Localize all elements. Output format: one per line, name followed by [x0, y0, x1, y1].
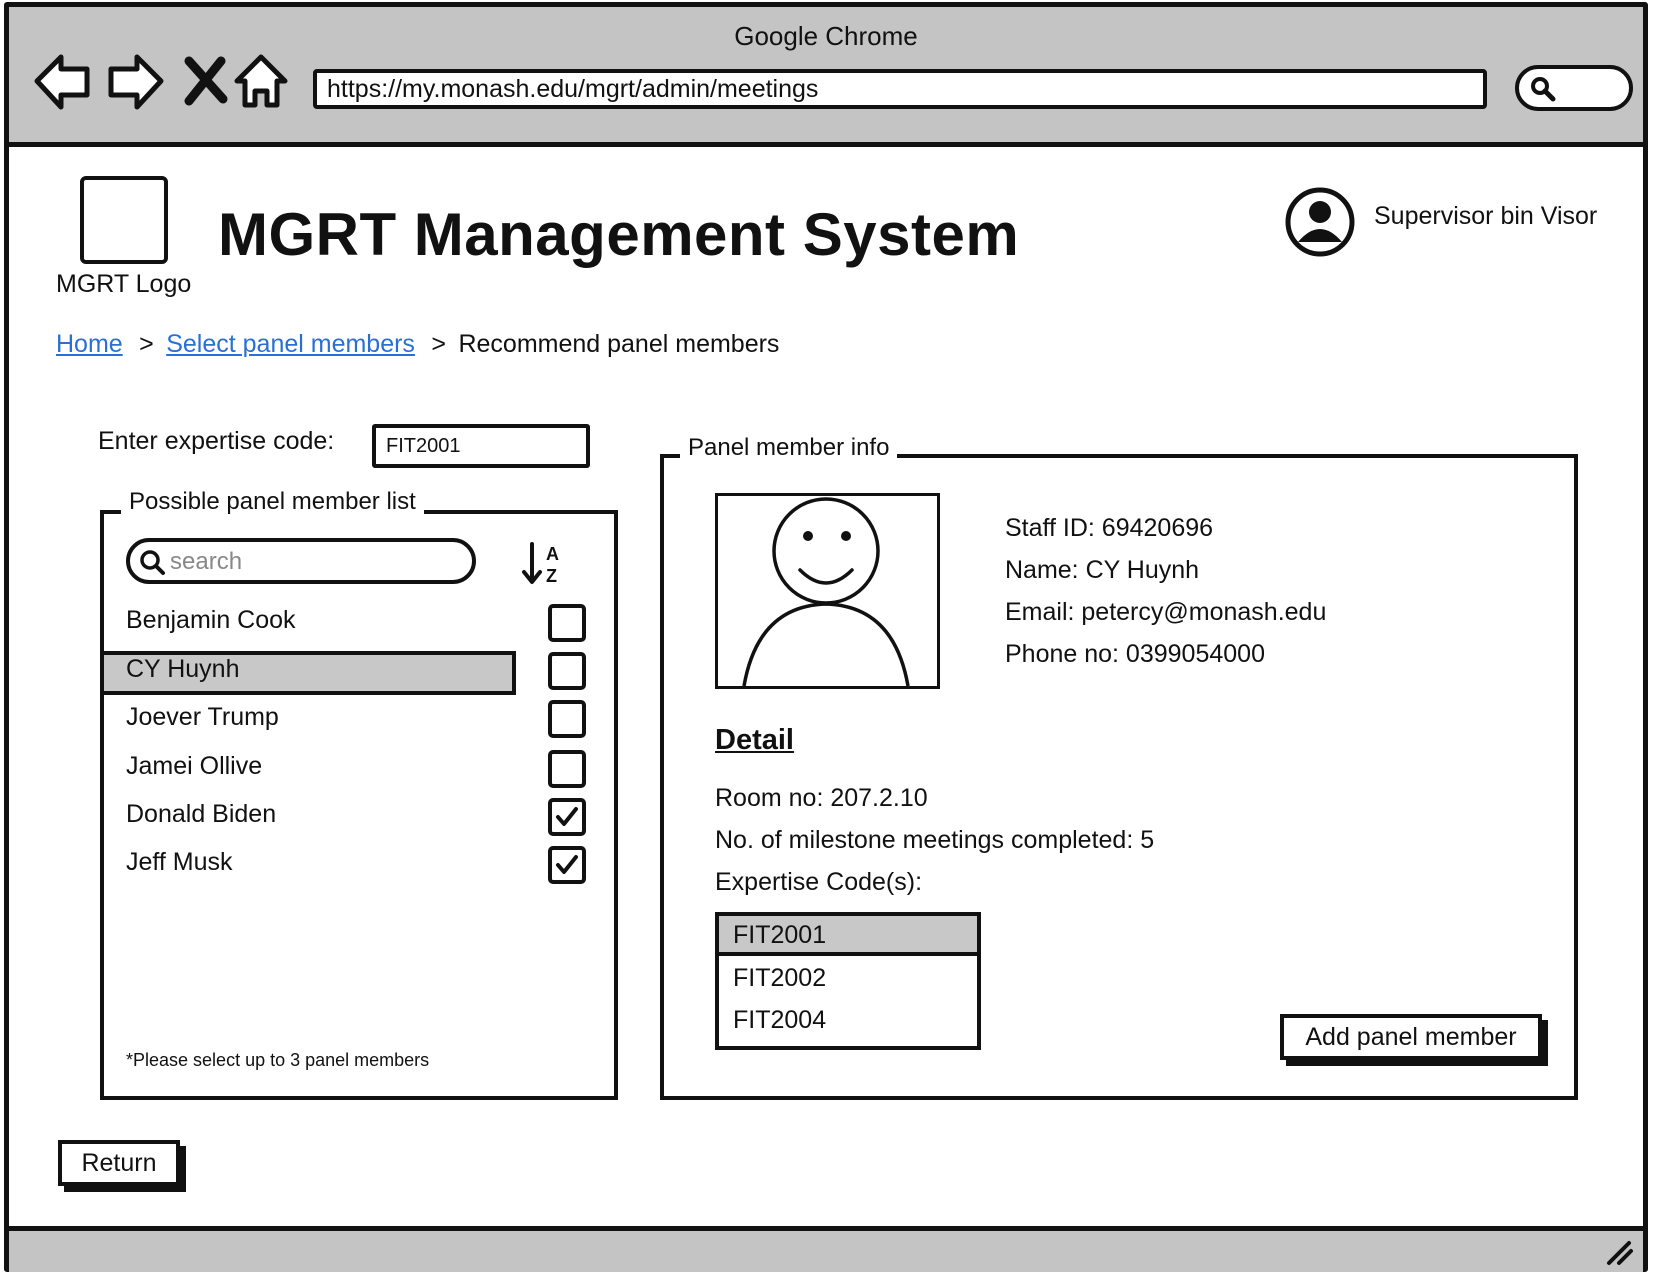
return-button[interactable]: Return: [58, 1140, 180, 1186]
check-icon: [556, 807, 578, 826]
expertise-code-input[interactable]: FIT2001: [372, 424, 590, 468]
forward-arrow-icon[interactable]: [103, 51, 165, 113]
member-row[interactable]: Jeff Musk: [126, 848, 233, 877]
smiley-person-icon: [742, 497, 910, 686]
breadcrumb-current: Recommend panel members: [458, 330, 780, 358]
logo-placeholder: [80, 176, 168, 264]
member-checkbox-checked[interactable]: [548, 798, 586, 836]
address-bar[interactable]: https://my.monash.edu/mgrt/admin/meeting…: [313, 69, 1487, 109]
expertise-code-item[interactable]: FIT2002: [719, 958, 977, 998]
meetings-completed: No. of milestone meetings completed: 5: [715, 826, 1155, 854]
member-checkbox[interactable]: [548, 604, 586, 642]
member-checkbox[interactable]: [548, 700, 586, 738]
member-phone: Phone no: 0399054000: [1005, 640, 1265, 668]
staff-id: Staff ID: 69420696: [1005, 514, 1214, 542]
expertise-code-label: Enter expertise code:: [98, 427, 335, 455]
back-arrow-icon[interactable]: [33, 51, 95, 113]
selection-note: *Please select up to 3 panel members: [126, 1050, 430, 1070]
member-checkbox[interactable]: [548, 750, 586, 788]
panel-member-list-legend: Possible panel member list: [121, 488, 424, 516]
browser-title: Google Chrome: [734, 21, 918, 51]
user-avatar-icon[interactable]: [1284, 186, 1356, 263]
room-number: Room no: 207.2.10: [715, 784, 928, 812]
member-email: Email: petercy@monash.edu: [1005, 598, 1327, 626]
breadcrumb-separator: >: [431, 330, 446, 358]
expertise-code-listbox[interactable]: FIT2001 FIT2002 FIT2004: [715, 912, 981, 1050]
logo-label: MGRT Logo: [56, 270, 192, 298]
member-photo-placeholder: [715, 493, 940, 689]
member-row[interactable]: CY Huynh: [126, 655, 240, 684]
browser-toolbar: Google Chrome https://my.monash.edu/mgrt…: [9, 7, 1643, 147]
member-name: Name: CY Huynh: [1005, 556, 1200, 584]
member-checkbox[interactable]: [548, 652, 586, 690]
browser-status-bar: [9, 1226, 1643, 1272]
breadcrumb-separator: >: [139, 330, 154, 358]
home-icon[interactable]: [231, 51, 293, 113]
breadcrumb: Home > Select panel members > Recommend …: [56, 330, 779, 364]
member-checkbox-checked[interactable]: [548, 846, 586, 884]
search-icon: [140, 550, 165, 575]
stop-icon[interactable]: [175, 51, 237, 113]
sort-az-icon[interactable]: AZ: [520, 540, 568, 593]
member-row[interactable]: Jamei Ollive: [126, 752, 262, 781]
member-row[interactable]: Donald Biden: [126, 800, 276, 829]
member-row[interactable]: Joever Trump: [126, 703, 279, 732]
search-icon: [1531, 77, 1556, 102]
search-placeholder: search: [170, 548, 243, 575]
resize-grip-icon[interactable]: [1605, 1237, 1635, 1267]
check-icon: [556, 855, 578, 874]
member-row[interactable]: Benjamin Cook: [126, 606, 296, 635]
breadcrumb-select-panel-link[interactable]: Select panel members: [166, 330, 415, 358]
breadcrumb-home-link[interactable]: Home: [56, 330, 123, 358]
browser-search-box[interactable]: [1515, 65, 1633, 111]
expertise-code-item-selected[interactable]: FIT2001: [719, 916, 977, 956]
expertise-codes-label: Expertise Code(s):: [715, 868, 923, 896]
expertise-code-item[interactable]: FIT2004: [719, 1000, 977, 1040]
page-title: MGRT Management System: [218, 201, 1020, 268]
user-name: Supervisor bin Visor: [1374, 202, 1598, 230]
panel-member-info-legend: Panel member info: [680, 434, 898, 462]
add-panel-member-button[interactable]: Add panel member: [1280, 1014, 1542, 1060]
svg-text:A: A: [546, 544, 559, 564]
detail-heading: Detail: [715, 724, 794, 756]
member-search-input[interactable]: search: [126, 538, 476, 584]
svg-text:Z: Z: [546, 566, 557, 586]
